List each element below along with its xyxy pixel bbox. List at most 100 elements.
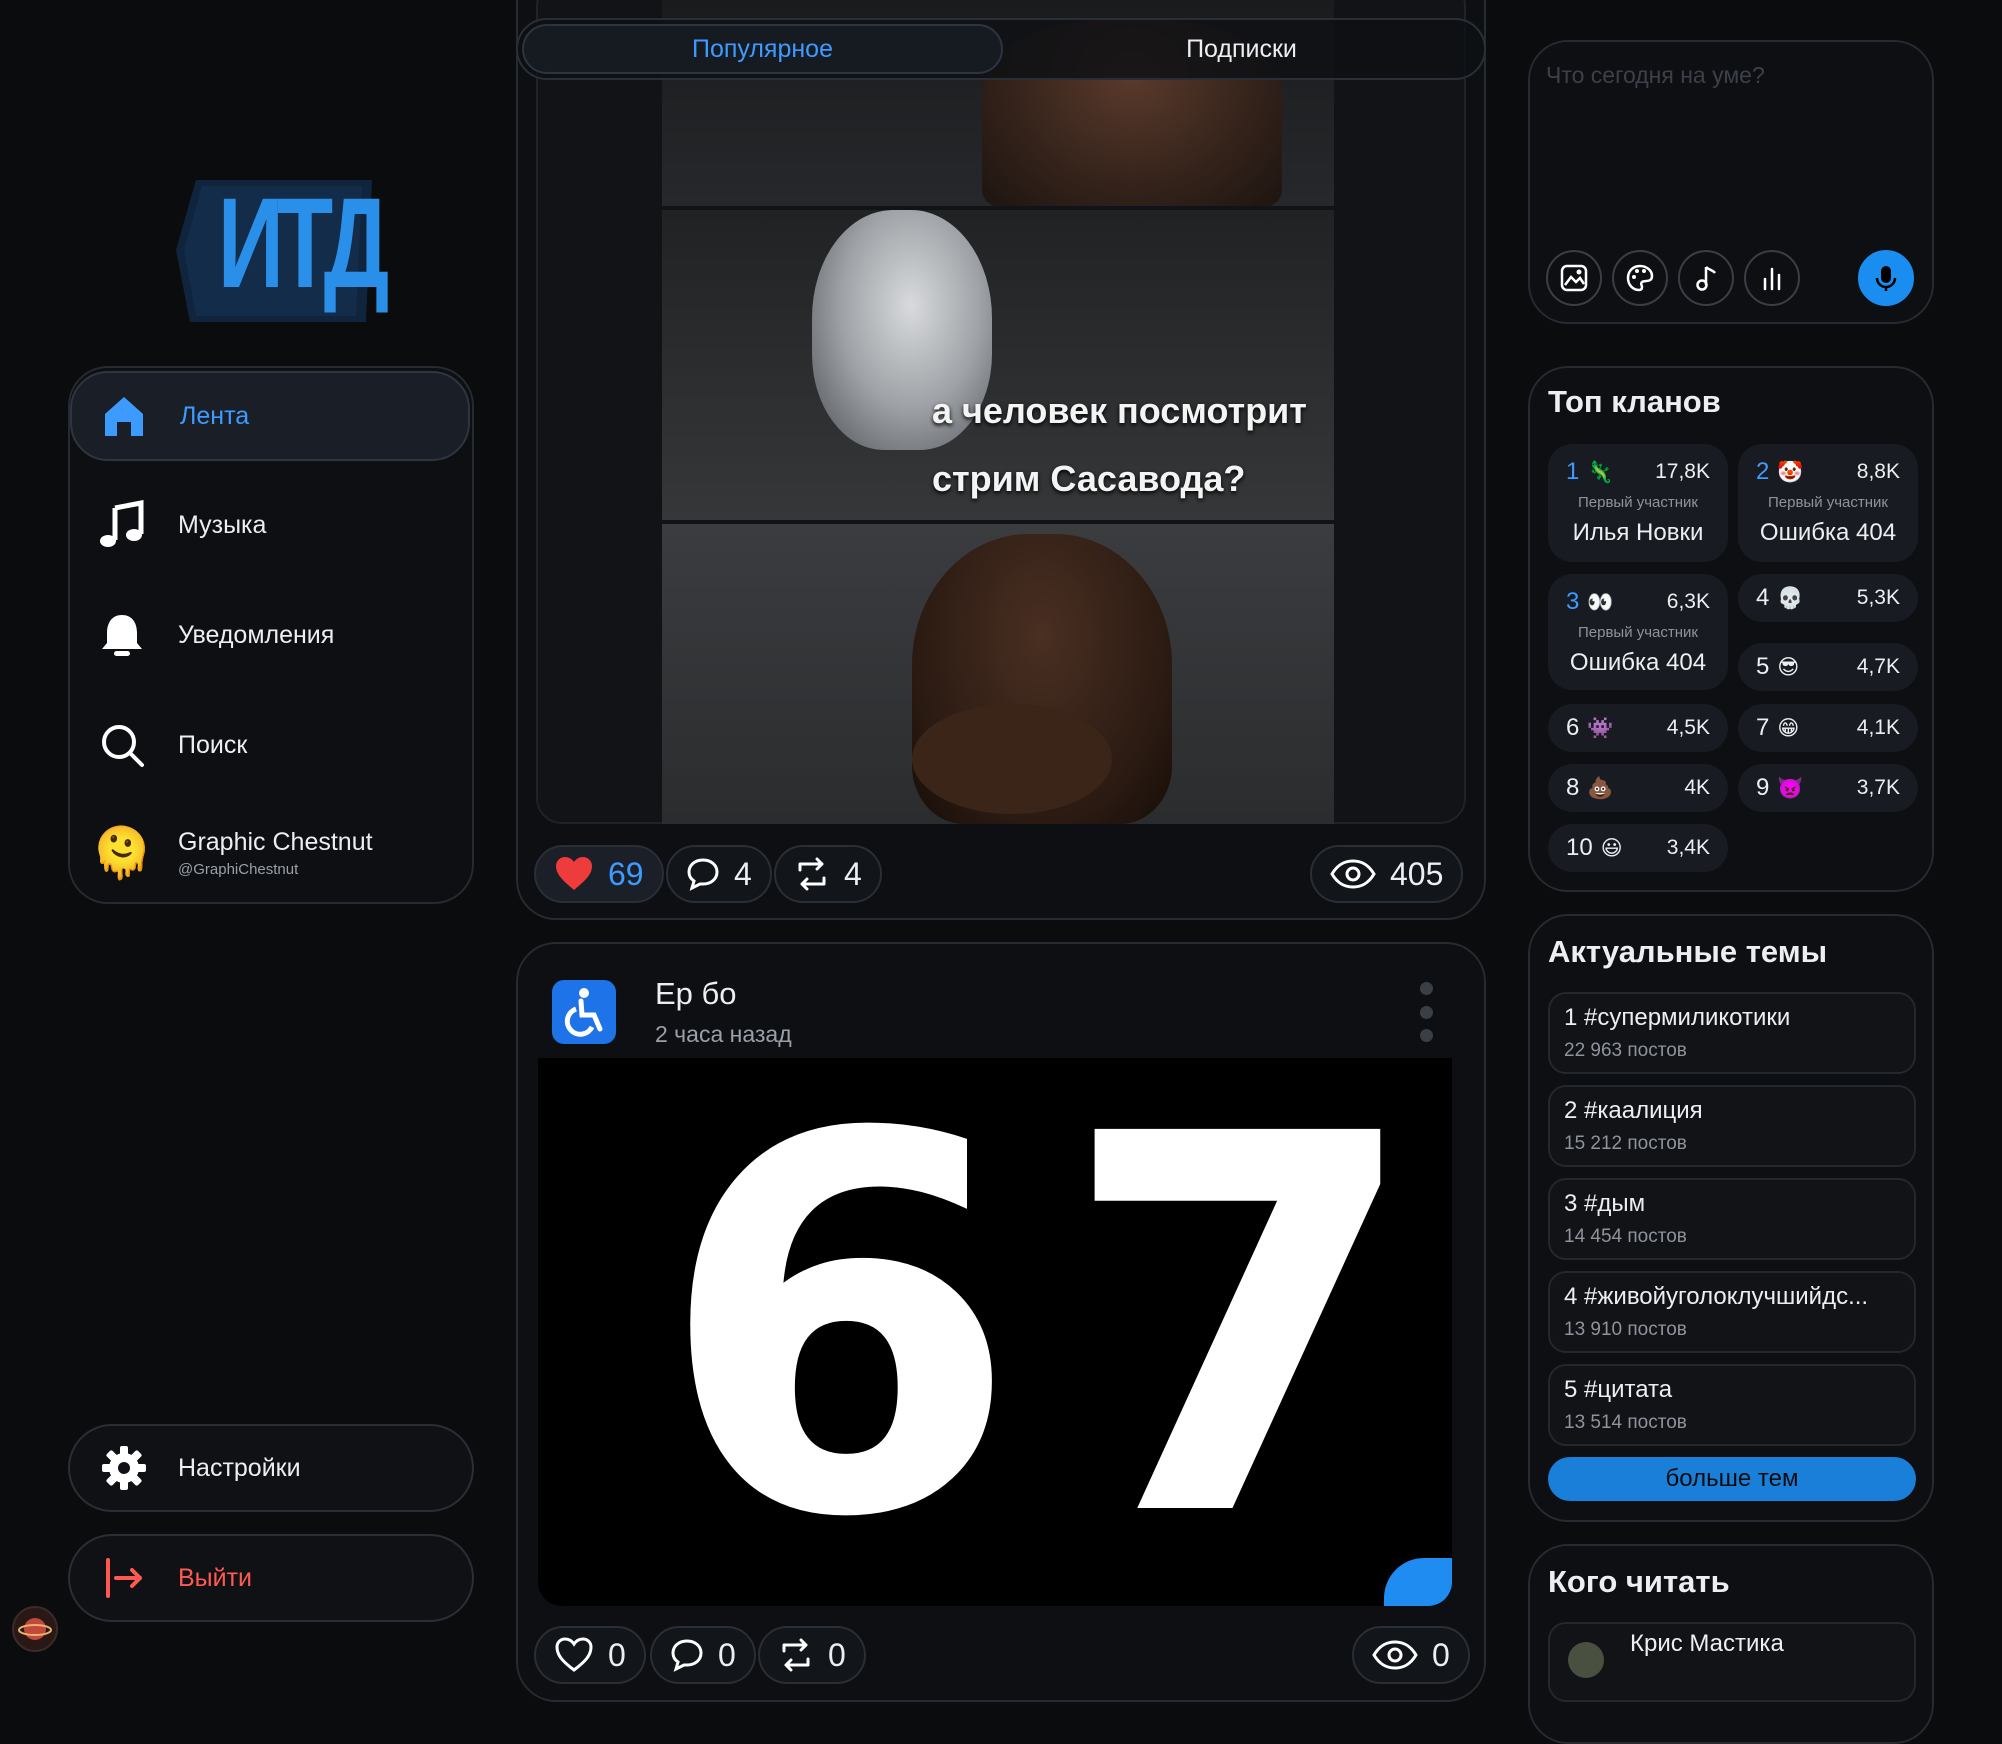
clan-card[interactable]: 1 🦎 17,8K Первый участник Илья Новки [1548, 444, 1728, 562]
logout-button[interactable]: Выйти [68, 1534, 474, 1622]
music-attach-icon[interactable] [1678, 250, 1734, 306]
clan-emoji: 🤡 [1777, 461, 1804, 484]
clan-emoji: 😎 [1777, 656, 1800, 679]
like-button[interactable]: 69 [534, 845, 664, 903]
meme-panel-robot: а человек посмотрит стрим Сасавода? [662, 210, 1334, 520]
poll-icon[interactable] [1744, 250, 1800, 306]
nav-item-search[interactable]: Поиск [70, 700, 470, 790]
image-attach-icon[interactable] [1546, 250, 1602, 306]
clan-count: 4,7K [1856, 655, 1900, 678]
logout-label: Выйти [178, 1563, 253, 1592]
clan-count: 8,8K [1856, 460, 1900, 483]
wheelchair-icon [564, 988, 603, 1037]
topic-item[interactable]: 4 #живойуголоклучшийдс... 13 910 постов [1548, 1271, 1916, 1353]
clan-emoji: 👿 [1777, 777, 1804, 800]
clan-card[interactable]: 5 😎 4,7K [1738, 643, 1918, 691]
clan-card[interactable]: 10 😃 3,4K [1548, 824, 1728, 872]
clan-count: 6,3K [1666, 590, 1710, 613]
clan-card[interactable]: 2 🤡 8,8K Первый участник Ошибка 404 [1738, 444, 1918, 562]
settings-label: Настройки [178, 1453, 301, 1482]
tab-subscriptions[interactable]: Подписки [1003, 24, 1480, 74]
logout-icon [98, 1552, 150, 1604]
like-count: 69 [608, 855, 644, 892]
nav-item-notifications[interactable]: Уведомления [70, 590, 470, 680]
comment-icon [671, 1639, 703, 1672]
clan-card[interactable]: 6 👾 4,5K [1548, 704, 1728, 752]
clan-emoji: 💀 [1777, 587, 1804, 610]
clan-count: 5,3K [1856, 586, 1900, 609]
nav-item-label: Лента [180, 401, 250, 430]
more-topics-button[interactable]: больше тем [1548, 1457, 1916, 1501]
tab-popular[interactable]: Популярное [522, 24, 1003, 74]
logo[interactable]: ИТД [176, 172, 389, 324]
nav-item-label: Музыка [178, 510, 267, 539]
repost-icon [798, 857, 826, 891]
gear-icon [98, 1442, 150, 1494]
comment-button[interactable]: 0 [650, 1626, 756, 1684]
music-note-icon [94, 497, 150, 553]
clan-emoji: 💩 [1587, 777, 1614, 800]
post-image-text: 67 [658, 1058, 1452, 1606]
comment-button[interactable]: 4 [666, 845, 772, 903]
clan-card[interactable]: 3 👀 6,3K Первый участник Ошибка 404 [1548, 574, 1728, 690]
settings-button[interactable]: Настройки [68, 1424, 474, 1512]
author-avatar[interactable] [552, 980, 616, 1044]
profile-name: Graphic Chestnut [178, 828, 373, 856]
profile-handle: @GraphiChestnut [178, 861, 299, 878]
clan-emoji: 👾 [1587, 717, 1614, 740]
palette-icon[interactable] [1612, 250, 1668, 306]
eye-icon [1372, 1640, 1418, 1670]
feed-tabs: Популярное Подписки [516, 18, 1486, 80]
clan-first-member: Ошибка 404 [1569, 649, 1707, 676]
composer-input[interactable] [1546, 62, 1916, 222]
meme-panel-bottom [662, 524, 1334, 824]
clan-card[interactable]: 8 💩 4K [1548, 764, 1728, 812]
post-image[interactable]: 67 [538, 1058, 1452, 1606]
views-counter: 405 [1310, 845, 1464, 903]
repost-button[interactable]: 0 [758, 1626, 866, 1684]
repost-button[interactable]: 4 [774, 845, 882, 903]
clan-card[interactable]: 7 😁 4,1K [1738, 704, 1918, 752]
meme-caption-line2: стрим Сасавода? [932, 458, 1246, 499]
clan-first-member: Ошибка 404 [1759, 519, 1897, 546]
nav-item-label: Поиск [178, 730, 248, 759]
avatar [1568, 1642, 1604, 1678]
clan-emoji: 😁 [1777, 717, 1800, 740]
profile-link[interactable]: 🫠 Graphic Chestnut @GraphiChestnut [70, 808, 470, 898]
nav-item-feed[interactable]: Лента [70, 371, 470, 461]
repost-icon [782, 1638, 810, 1672]
follow-name: Крис Мастика [1630, 1630, 1784, 1657]
search-icon [94, 717, 150, 773]
clan-card[interactable]: 4 💀 5,3K [1738, 574, 1918, 622]
clan-first-member: Илья Новки [1572, 519, 1704, 546]
views-count: 0 [1432, 1636, 1450, 1673]
clan-count: 17,8K [1655, 460, 1710, 483]
floating-planet-icon[interactable] [12, 1606, 58, 1652]
topic-item[interactable]: 1 #супермиликотики 22 963 постов [1548, 992, 1916, 1074]
follow-suggestion[interactable]: Крис Мастика [1548, 1622, 1916, 1702]
eye-icon [1330, 859, 1376, 889]
topic-item[interactable]: 3 #дым 14 454 постов [1548, 1178, 1916, 1260]
clan-emoji: 🦎 [1587, 461, 1614, 484]
clan-card[interactable]: 9 👿 3,7K [1738, 764, 1918, 812]
like-button[interactable]: 0 [534, 1626, 646, 1684]
microphone-icon[interactable] [1858, 250, 1914, 306]
clan-count: 4,1K [1856, 716, 1900, 739]
topic-item[interactable]: 5 #цитата 13 514 постов [1548, 1364, 1916, 1446]
avatar: 🫠 [90, 825, 154, 881]
heart-filled-icon [556, 857, 592, 890]
clan-count: 3,7K [1856, 776, 1900, 799]
repost-count: 4 [844, 855, 862, 892]
clan-emoji: 😃 [1600, 837, 1623, 860]
follow-title: Кого читать [1548, 1564, 1730, 1599]
logo-text: ИТД [217, 172, 389, 315]
repost-count: 0 [828, 1636, 846, 1673]
views-counter: 0 [1352, 1626, 1470, 1684]
nav-item-music[interactable]: Музыка [70, 480, 470, 570]
more-options-icon[interactable] [1414, 982, 1438, 1042]
home-icon [96, 388, 152, 444]
comment-count: 0 [718, 1636, 736, 1673]
topic-item[interactable]: 2 #каалиция 15 212 постов [1548, 1085, 1916, 1167]
comment-count: 4 [734, 855, 752, 892]
post-author[interactable]: Ер бо [655, 976, 737, 1012]
